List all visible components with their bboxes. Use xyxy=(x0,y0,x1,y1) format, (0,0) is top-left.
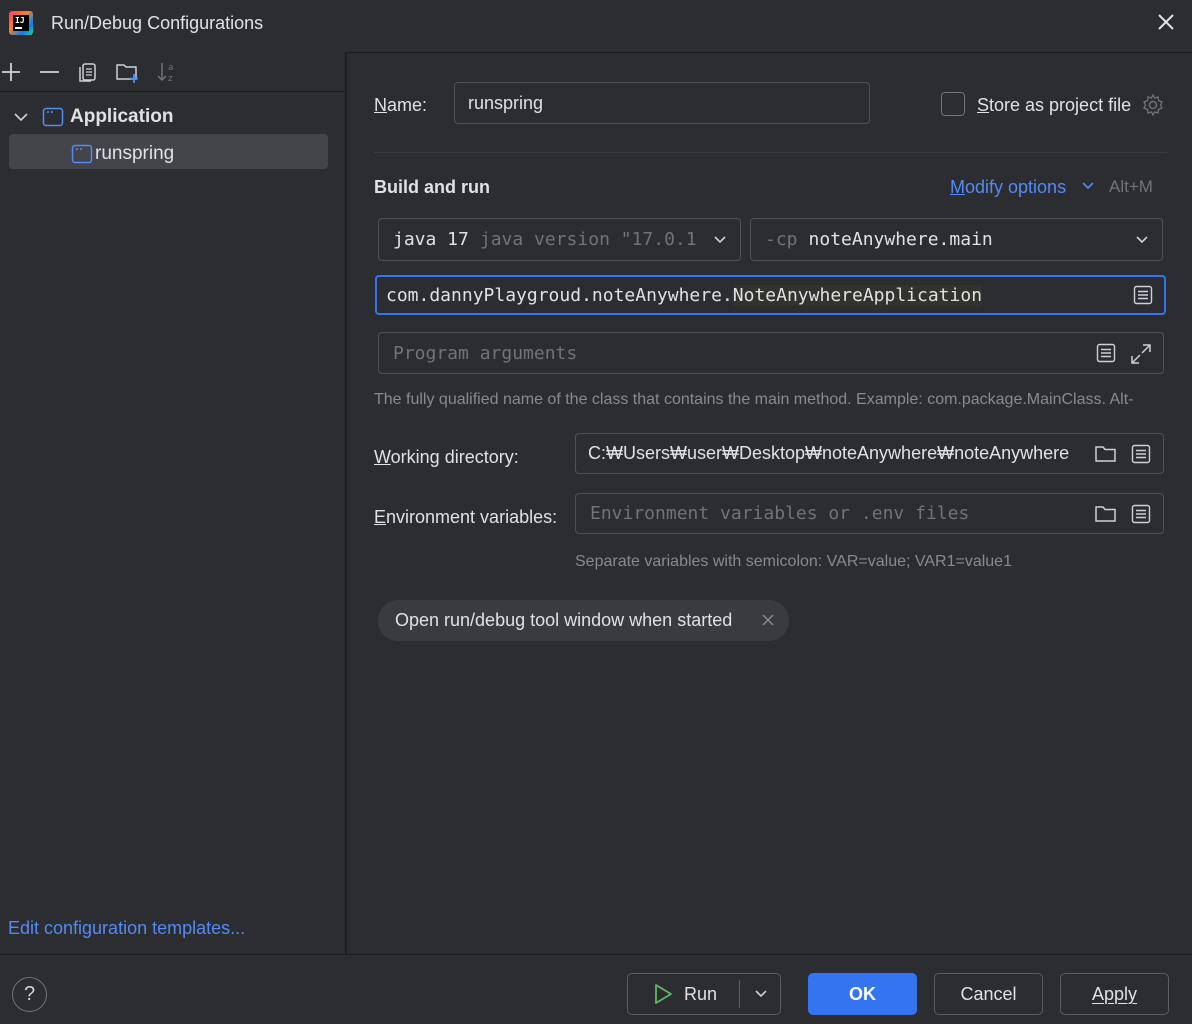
main-class-hint: The fully qualified name of the class th… xyxy=(374,391,1134,408)
tree-item-content[interactable]: runspring xyxy=(71,143,174,165)
main-class-highlight: NoteAnywhereApplication xyxy=(732,284,983,306)
environment-variables-label: Environment variables: xyxy=(374,507,558,527)
working-directory-value: C:₩Users₩user₩Desktop₩noteAnywhere₩noteA… xyxy=(588,443,1070,463)
name-field[interactable]: runspring xyxy=(454,82,870,124)
run-button[interactable]: Run xyxy=(627,973,781,1015)
help-button[interactable]: ? xyxy=(12,977,47,1012)
browse-list-icon[interactable] xyxy=(1130,503,1152,525)
classpath-module-select[interactable]: -cp noteAnywhere.main xyxy=(750,218,1163,261)
tree-group-application[interactable]: Application xyxy=(12,106,173,128)
chevron-down-icon[interactable] xyxy=(12,108,30,126)
sort-alphabetically-icon[interactable]: az xyxy=(156,60,180,84)
environment-variables-field[interactable]: Environment variables or .env files xyxy=(575,493,1164,534)
apply-button-label: Apply xyxy=(1091,983,1138,1004)
window-title: Run/Debug Configurations xyxy=(51,13,264,33)
jdk-select[interactable]: java 17 java version "17.0.1 xyxy=(378,218,741,261)
ok-button-label: OK xyxy=(849,983,876,1004)
run-play-icon xyxy=(653,983,673,1005)
name-label: Name: xyxy=(374,95,428,115)
edit-configuration-templates-link[interactable]: Edit configuration templates... xyxy=(8,918,245,939)
apply-button[interactable]: Apply xyxy=(1060,973,1169,1015)
working-directory-label: Working directory: xyxy=(374,447,519,467)
close-icon[interactable] xyxy=(1152,8,1180,36)
environment-variables-placeholder: Environment variables or .env files xyxy=(590,503,970,524)
section-separator xyxy=(374,152,1167,153)
program-arguments-placeholder: Program arguments xyxy=(393,342,578,364)
environment-variables-hint: Separate variables with semicolon: VAR=v… xyxy=(575,553,1012,570)
gear-icon[interactable] xyxy=(1141,93,1165,117)
expand-icon[interactable] xyxy=(1129,342,1153,366)
folder-icon[interactable] xyxy=(1094,503,1118,525)
chevron-down-icon xyxy=(1134,232,1150,248)
chevron-down-icon[interactable] xyxy=(1080,178,1096,194)
help-icon: ? xyxy=(23,983,36,1005)
option-chip-open-tool-window: Open run/debug tool window when started xyxy=(378,600,789,641)
svg-text:a: a xyxy=(168,63,174,73)
name-field-value: runspring xyxy=(468,92,544,113)
footer-separator xyxy=(0,954,1192,955)
program-arguments-field[interactable]: Program arguments xyxy=(378,332,1164,374)
intellij-logo-icon: IJ xyxy=(9,11,33,35)
cancel-button[interactable]: Cancel xyxy=(934,973,1043,1015)
svg-text:z: z xyxy=(168,74,173,84)
classpath-module: noteAnywhere.main xyxy=(808,229,993,250)
jdk-version: java 17 xyxy=(393,229,469,250)
panel-divider[interactable] xyxy=(346,52,347,954)
split-divider xyxy=(739,980,740,1008)
classpath-flag: -cp xyxy=(765,229,798,250)
browse-list-icon[interactable] xyxy=(1095,342,1117,364)
working-directory-field[interactable]: C:₩Users₩user₩Desktop₩noteAnywhere₩noteA… xyxy=(575,433,1164,474)
store-as-project-file-checkbox[interactable] xyxy=(941,92,965,116)
tree-group-label: Application xyxy=(70,106,174,127)
config-sidebar xyxy=(0,52,346,954)
remove-icon[interactable] xyxy=(38,60,62,84)
run-button-label: Run xyxy=(684,983,718,1004)
application-config-icon xyxy=(42,107,64,127)
ok-button[interactable]: OK xyxy=(808,973,917,1015)
close-icon[interactable] xyxy=(761,613,775,627)
jdk-detail: java version "17.0.1 xyxy=(479,229,697,250)
option-chip-label: Open run/debug tool window when started xyxy=(395,610,733,630)
application-config-icon xyxy=(71,144,93,164)
main-class-prefix: com.dannyPlaygroud.noteAnywhere. xyxy=(386,284,733,306)
browse-list-icon[interactable] xyxy=(1132,284,1154,306)
store-as-project-file-label[interactable]: Store as project file xyxy=(977,95,1131,116)
folder-icon[interactable] xyxy=(1094,443,1118,465)
main-class-field[interactable]: com.dannyPlaygroud.noteAnywhere. NoteAnyw… xyxy=(375,275,1166,315)
chevron-down-icon xyxy=(712,232,728,248)
toolbar-divider xyxy=(0,91,346,92)
tree-item-label: runspring xyxy=(95,143,175,164)
browse-list-icon[interactable] xyxy=(1130,443,1152,465)
modify-options-shortcut: Alt+M xyxy=(1109,177,1153,196)
chevron-down-icon[interactable] xyxy=(753,986,769,1002)
modify-options-link[interactable]: Modify options xyxy=(950,177,1066,198)
add-icon[interactable] xyxy=(0,60,24,84)
copy-icon[interactable] xyxy=(77,60,101,84)
section-title: Build and run xyxy=(374,177,490,197)
new-folder-icon[interactable] xyxy=(115,60,139,84)
title-bar: IJ Run/Debug Configurations xyxy=(0,0,1192,50)
cancel-button-label: Cancel xyxy=(960,983,1017,1004)
